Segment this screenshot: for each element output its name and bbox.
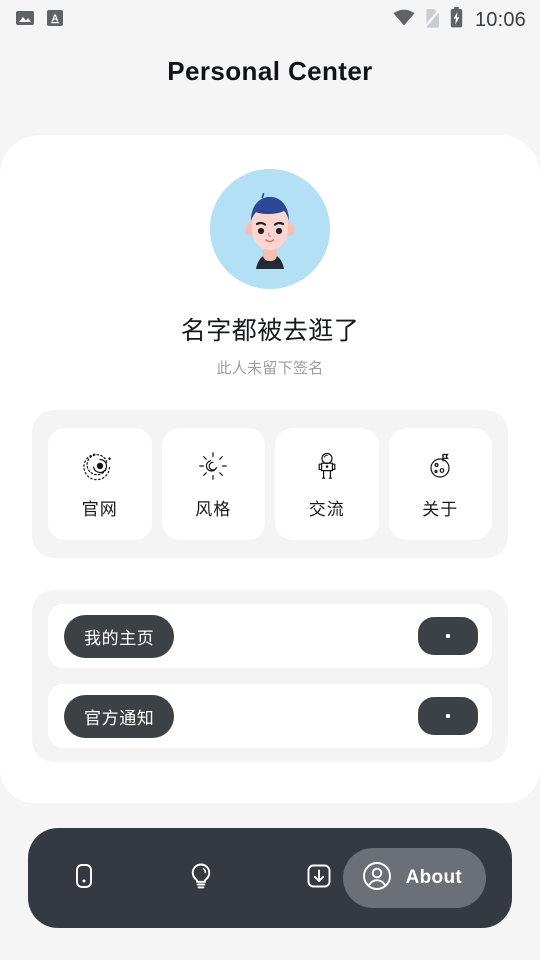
status-bar: A 10:06 [0, 0, 540, 40]
nav-item-idea[interactable] [177, 854, 225, 902]
avatar-illustration [210, 169, 330, 289]
no-sim-icon [423, 7, 442, 33]
nav-item-about-label: About [405, 867, 462, 888]
nav-item-about[interactable]: About [342, 848, 486, 908]
device-icon [69, 861, 99, 896]
user-circle-icon [361, 860, 393, 897]
page-header: Personal Center [0, 40, 540, 102]
more-dot-icon[interactable] [418, 617, 478, 655]
quick-actions-group: 官网 风格 交流 关于 [32, 410, 508, 558]
astronaut-icon [310, 449, 344, 483]
download-box-icon [304, 861, 334, 896]
page-title: Personal Center [167, 55, 373, 86]
galaxy-icon [83, 449, 117, 483]
letter-a-icon: A [46, 9, 64, 32]
bottom-nav-bar: About [28, 828, 512, 928]
nav-item-device[interactable] [60, 854, 108, 902]
list-group: 我的主页 官方通知 [32, 590, 508, 762]
quick-action-style[interactable]: 风格 [161, 428, 265, 540]
list-item-label: 我的主页 [64, 614, 175, 658]
quick-action-community[interactable]: 交流 [275, 428, 379, 540]
wifi-icon [393, 9, 415, 32]
quick-action-label: 关于 [422, 499, 459, 519]
quick-action-label: 官网 [81, 499, 118, 519]
list-item-label: 官方通知 [64, 694, 175, 738]
battery-charging-icon [450, 7, 463, 33]
image-icon [16, 9, 34, 32]
dot [446, 714, 450, 718]
more-dot-icon[interactable] [418, 697, 478, 735]
status-bar-right: 10:06 [393, 7, 526, 33]
planet-flag-icon [423, 449, 457, 483]
quick-action-label: 交流 [308, 499, 345, 519]
profile-signature: 此人未留下签名 [216, 360, 324, 377]
quick-action-about[interactable]: 关于 [388, 428, 492, 540]
status-bar-clock: 10:06 [474, 8, 526, 31]
main-panel: 名字都被去逛了 此人未留下签名 官网 风格 交流 关于 我的主页 官方通知 [0, 135, 540, 803]
dot [446, 634, 450, 638]
nav-item-download[interactable] [295, 854, 343, 902]
list-item-official-notice[interactable]: 官方通知 [48, 684, 492, 748]
list-item-my-homepage[interactable]: 我的主页 [48, 604, 492, 668]
lightbulb-icon [186, 861, 216, 896]
sun-spiral-icon [196, 449, 230, 483]
status-bar-left: A [16, 9, 64, 32]
quick-action-official-site[interactable]: 官网 [48, 428, 152, 540]
quick-action-label: 风格 [195, 499, 232, 519]
user-avatar[interactable] [210, 169, 330, 289]
profile-username: 名字都被去逛了 [180, 317, 360, 345]
profile-section: 名字都被去逛了 此人未留下签名 [0, 135, 540, 378]
